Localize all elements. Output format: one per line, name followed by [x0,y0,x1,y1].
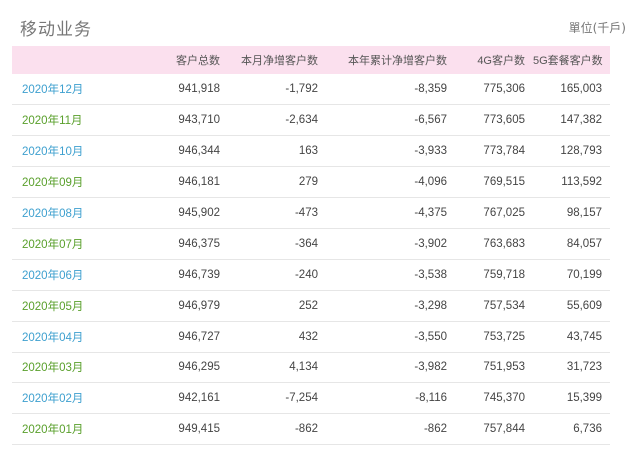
month-cell: 2020年01月 [22,424,84,437]
column-header: 4G客户数 [477,55,525,67]
ytd-net-add-cell: -8,359 [414,83,447,96]
table-row: 2020年02月 942,161 -7,254 -8,116 745,370 1… [12,383,610,414]
ytd-net-add-cell: -3,538 [414,268,447,281]
table-row: 2020年04月 946,727 432 -3,550 753,725 43,7… [12,321,610,353]
total-customers-cell: 946,375 [178,237,220,250]
total-customers-cell: 946,295 [178,361,220,374]
monthly-net-add-cell: -7,254 [285,392,318,405]
monthly-net-add-cell: 163 [298,145,318,158]
4g-customers-cell: 773,784 [483,145,525,158]
4g-customers-cell: 757,534 [483,299,525,312]
monthly-net-add-cell: -240 [294,268,318,281]
monthly-net-add-cell: 279 [298,176,318,189]
5g-customers-cell: 84,057 [566,237,602,250]
column-header: 本年累计净增客户数 [348,55,447,67]
ytd-net-add-cell: -3,933 [414,145,447,158]
5g-customers-cell: 165,003 [560,83,602,96]
4g-customers-cell: 745,370 [483,392,525,405]
4g-customers-cell: 757,844 [483,423,525,436]
ytd-net-add-cell: -862 [423,423,447,436]
5g-customers-cell: 70,199 [566,268,602,281]
column-header: 客户总数 [176,55,220,67]
column-header [12,46,110,74]
table-row: 2020年11月 943,710 -2,634 -6,567 773,605 1… [12,105,610,136]
total-customers-cell: 942,161 [178,392,220,405]
table-row: 2020年09月 946,181 279 -4,096 769,515 113,… [12,167,610,198]
ytd-net-add-cell: -3,982 [414,361,447,374]
monthly-net-add-cell: -1,792 [285,83,318,96]
column-header: 5G套餐客户数 [533,55,603,67]
table-row: 2020年05月 946,979 252 -3,298 757,534 55,6… [12,290,610,322]
ytd-net-add-cell: -8,116 [415,392,447,405]
month-cell: 2020年03月 [22,362,84,375]
4g-customers-cell: 773,605 [483,114,525,127]
page-title: 移动业务 [20,20,92,40]
4g-customers-cell: 763,683 [483,237,525,250]
5g-customers-cell: 6,736 [573,423,602,436]
5g-customers-cell: 15,399 [566,392,602,405]
table-row: 2020年03月 946,295 4,134 -3,982 751,953 31… [12,352,610,383]
month-cell: 2020年04月 [22,331,84,344]
monthly-net-add-cell: 432 [298,330,318,343]
total-customers-cell: 946,344 [178,145,220,158]
monthly-net-add-cell: 252 [298,299,318,312]
month-cell: 2020年08月 [22,208,84,220]
5g-customers-cell: 43,745 [566,330,602,343]
table-header-row: 客户总数 本月净增客户数 本年累计净增客户数 4G客户数 5G套餐客户数 [12,46,610,74]
total-customers-cell: 946,181 [178,176,220,189]
table-row: 2020年01月 949,415 -862 -862 757,844 6,736 [12,414,610,445]
monthly-net-add-cell: -862 [294,423,318,436]
total-customers-cell: 945,902 [178,207,220,219]
5g-customers-cell: 113,592 [561,176,602,189]
ytd-net-add-cell: -4,096 [414,176,447,189]
4g-customers-cell: 753,725 [483,330,525,343]
4g-customers-cell: 767,025 [483,207,525,219]
monthly-net-add-cell: 4,134 [289,361,318,374]
5g-customers-cell: 98,157 [566,207,602,219]
table-row: 2020年08月 945,902 -473 -4,375 767,025 98,… [12,198,610,229]
4g-customers-cell: 759,718 [483,268,525,281]
month-cell: 2020年09月 [22,177,84,190]
month-cell: 2020年12月 [22,84,84,97]
table-row: 2020年10月 946,344 163 -3,933 773,784 128,… [12,136,610,167]
ytd-net-add-cell: -3,550 [414,330,447,343]
column-header: 本月净增客户数 [241,55,318,67]
ytd-net-add-cell: -3,298 [414,299,447,312]
4g-customers-cell: 769,515 [483,176,525,189]
total-customers-cell: 941,918 [178,83,220,96]
month-cell: 2020年06月 [22,269,84,282]
table-row: 2020年06月 946,739 -240 -3,538 759,718 70,… [12,259,610,291]
table-row: 2020年12月 941,918 -1,792 -8,359 775,306 1… [12,74,610,105]
monthly-net-add-cell: -473 [294,207,318,219]
month-cell: 2020年02月 [22,393,84,406]
ytd-net-add-cell: -3,902 [414,237,447,250]
month-cell: 2020年05月 [22,300,84,313]
total-customers-cell: 946,979 [178,299,220,312]
5g-customers-cell: 31,723 [566,361,602,374]
month-cell: 2020年11月 [22,115,83,128]
month-cell: 2020年07月 [22,238,84,251]
total-customers-cell: 943,710 [178,114,220,127]
4g-customers-cell: 775,306 [483,83,525,96]
ytd-net-add-cell: -4,375 [414,207,447,219]
monthly-net-add-cell: -364 [294,237,318,250]
4g-customers-cell: 751,953 [483,361,525,374]
total-customers-cell: 946,727 [178,330,220,343]
table-row: 2020年07月 946,375 -364 -3,902 763,683 84,… [12,228,610,260]
total-customers-cell: 946,739 [178,268,220,281]
5g-customers-cell: 128,793 [560,145,602,158]
month-cell: 2020年10月 [22,146,84,159]
unit-label: 單位(千戶) [568,21,626,35]
5g-customers-cell: 147,382 [560,114,602,127]
subscriber-table: 客户总数 本月净增客户数 本年累计净增客户数 4G客户数 5G套餐客户数 202… [12,46,610,445]
monthly-net-add-cell: -2,634 [285,114,318,127]
5g-customers-cell: 55,609 [566,299,602,312]
ytd-net-add-cell: -6,567 [414,114,447,127]
total-customers-cell: 949,415 [178,423,220,436]
